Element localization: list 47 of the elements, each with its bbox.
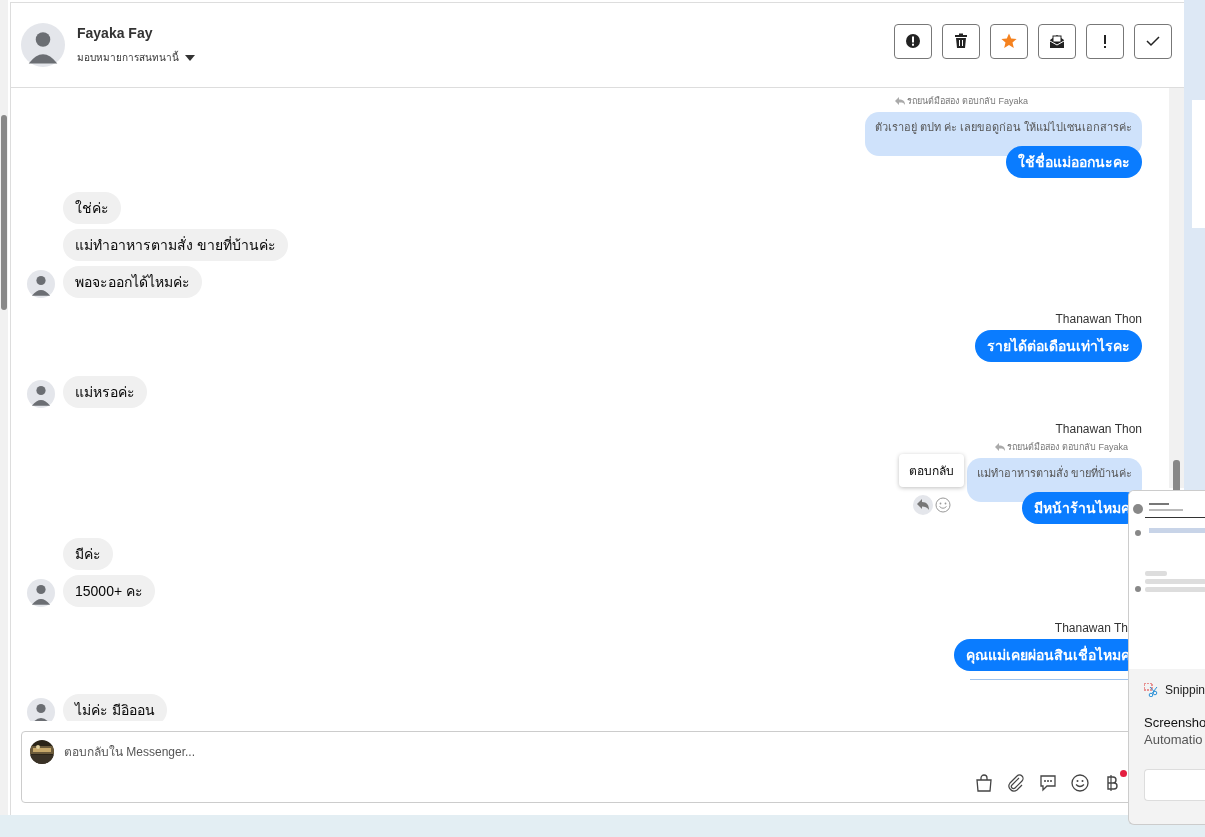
message-bubble: แม่ทำอาหารตามสั่ง ขายที่บ้านค่ะ	[63, 229, 288, 261]
reply-icon	[895, 97, 906, 105]
sender-name: Thanawan Th	[1054, 621, 1128, 635]
avatar-icon	[27, 698, 55, 721]
message-bubble: พอจะออกได้ไหมค่ะ	[63, 266, 202, 298]
paperclip-icon[interactable]	[1007, 774, 1025, 792]
alert-icon	[905, 33, 921, 49]
tooltip: ตอบกลับ	[899, 454, 964, 487]
sender-name: Thanawan Thon	[1055, 422, 1142, 436]
chat-icon[interactable]	[1039, 774, 1057, 792]
contact-name: Fayaka Fay	[77, 25, 154, 41]
reply-label: รถยนต์มือสอง ตอบกลับ Fayaka	[907, 95, 1028, 108]
message-bubble: 15000+ คะ	[63, 575, 155, 607]
reply-icon[interactable]	[912, 495, 933, 515]
message-bubble: มีค่ะ	[63, 538, 113, 570]
check-icon	[1145, 33, 1161, 49]
envelope-button[interactable]	[1038, 23, 1076, 59]
avatar-icon	[27, 270, 55, 298]
scissors-icon	[1144, 683, 1158, 697]
caret-icon	[185, 54, 195, 61]
check-button[interactable]	[1134, 23, 1172, 59]
message-bubble: ไม่ค่ะ มีอิออน	[63, 694, 167, 721]
reply-label: รถยนต์มือสอง ตอบกลับ Fayaka	[1007, 441, 1128, 454]
avatar-icon	[21, 23, 65, 67]
reply-icon	[995, 443, 1006, 451]
alert-button[interactable]	[894, 23, 932, 59]
avatar-icon	[27, 579, 55, 607]
notification-toast[interactable]: Snippin Screensho Automatio	[1128, 490, 1205, 825]
message-bubble: รายได้ต่อเดือนเท่าไรคะ	[975, 330, 1142, 362]
message-bubble: ใช่ค่ะ	[63, 192, 121, 224]
notification-title: Screensho	[1144, 715, 1205, 730]
trash-button[interactable]	[942, 23, 980, 59]
sender-name: Thanawan Thon	[1055, 312, 1142, 326]
star-button[interactable]	[990, 23, 1028, 59]
bag-icon[interactable]	[975, 774, 993, 792]
notification-text: Automatio	[1144, 732, 1204, 747]
trash-icon	[953, 33, 969, 49]
exclamation-button[interactable]	[1086, 23, 1124, 59]
app-name: Snippin	[1164, 683, 1205, 697]
avatar-icon	[27, 380, 55, 408]
assign-dropdown[interactable]: มอบหมายการสนทนานี้	[77, 50, 195, 65]
scrollbar[interactable]	[1169, 88, 1184, 488]
scrollbar[interactable]	[0, 0, 8, 815]
message-bubble: แม่หรอค่ะ	[63, 376, 147, 408]
message-bubble: ใช้ชื่อแม่ออกนะคะ	[1006, 146, 1142, 178]
envelope-icon	[1049, 33, 1065, 49]
emoji-icon[interactable]	[1071, 774, 1089, 792]
